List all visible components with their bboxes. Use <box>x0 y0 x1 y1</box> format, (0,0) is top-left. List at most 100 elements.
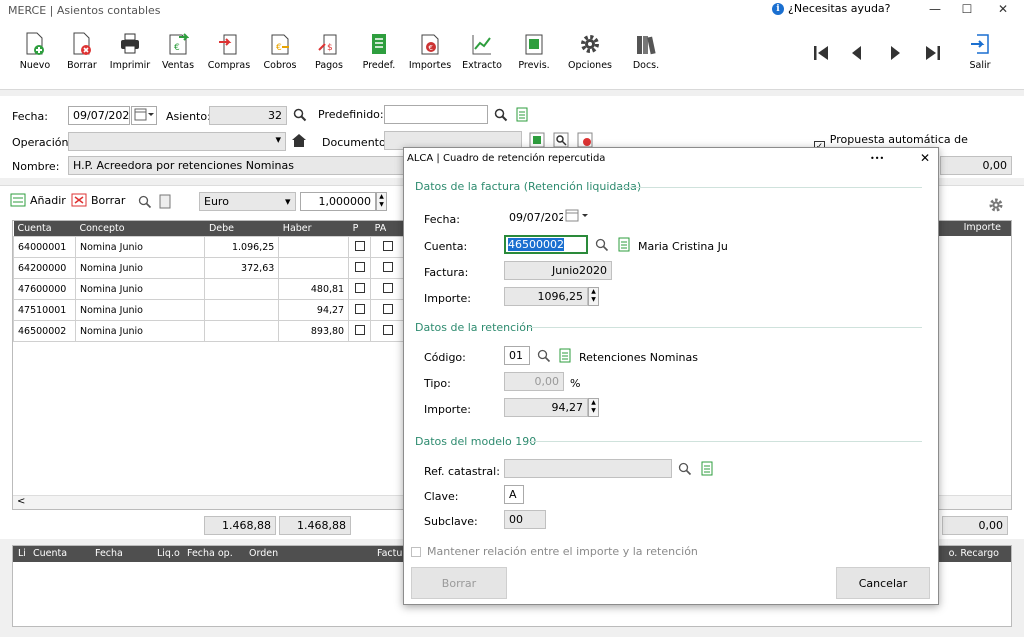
dlg-clave-field[interactable]: A <box>504 485 524 504</box>
first-record-icon[interactable] <box>810 42 832 64</box>
dlg-importe-field[interactable]: 1096,25 <box>504 287 588 306</box>
pagos-button[interactable]: $ Pagos <box>305 32 353 71</box>
checkbox-p[interactable] <box>354 261 365 272</box>
attach-document-icon[interactable] <box>529 132 545 148</box>
col-cuenta[interactable]: Cuenta <box>33 548 67 559</box>
search-icon[interactable] <box>595 238 609 252</box>
gear-icon[interactable] <box>988 197 1004 213</box>
col-fecha-op[interactable]: Fecha op. <box>187 548 233 559</box>
cell-concepto[interactable]: Nomina Junio <box>74 299 206 321</box>
search-icon[interactable] <box>494 108 508 122</box>
fecha-field[interactable]: 09/07/2020 <box>68 106 130 125</box>
home-icon[interactable] <box>291 133 307 148</box>
checkbox-pa[interactable] <box>382 324 393 335</box>
opciones-button[interactable]: Opciones <box>566 32 614 71</box>
cell-haber[interactable]: 94,27 <box>278 299 350 321</box>
col-liqo[interactable]: Liq.o <box>157 548 180 559</box>
cell-concepto[interactable]: Nomina Junio <box>74 320 206 342</box>
dlg-cuenta-field[interactable]: 46500002 <box>504 235 588 254</box>
col-debe[interactable]: Debe <box>204 221 279 237</box>
search-icon[interactable] <box>138 195 152 209</box>
predef-button[interactable]: Predef. <box>355 32 403 71</box>
currency-select[interactable]: Euro <box>199 192 296 211</box>
dlg-codigo-field[interactable]: 01 <box>504 346 530 365</box>
cell-haber[interactable]: 893,80 <box>278 320 350 342</box>
col-pa[interactable]: PA <box>370 221 405 237</box>
cell-haber[interactable] <box>278 236 350 258</box>
dlg-ref-field[interactable] <box>504 459 672 478</box>
importes-button[interactable]: € Importes <box>406 32 454 71</box>
add-line-button[interactable]: Añadir <box>10 193 66 207</box>
cell-haber[interactable] <box>278 257 350 279</box>
checkbox-p[interactable] <box>354 282 365 293</box>
cell-cuenta[interactable]: 64000001 <box>13 236 76 258</box>
cell-debe[interactable]: 1.096,25 <box>204 236 280 258</box>
col-cuenta[interactable]: Cuenta <box>13 221 76 237</box>
table-row[interactable]: 46500002 Nomina Junio 893,80 <box>13 320 405 342</box>
extracto-button[interactable]: Extracto <box>458 32 506 71</box>
cell-debe[interactable] <box>204 278 280 300</box>
predefinido-field[interactable] <box>384 105 488 124</box>
borrar-button[interactable]: Borrar <box>411 567 507 599</box>
nuevo-button[interactable]: Nuevo <box>11 32 59 71</box>
cobros-button[interactable]: € Cobros <box>256 32 304 71</box>
salir-button[interactable]: Salir <box>956 32 1004 71</box>
minimize-button[interactable]: — <box>920 2 950 20</box>
checkbox-pa[interactable] <box>382 240 393 251</box>
previous-record-icon[interactable] <box>846 42 868 64</box>
list-document-icon[interactable] <box>701 461 713 476</box>
col-haber[interactable]: Haber <box>278 221 349 237</box>
col-recargo[interactable]: o. Recargo <box>949 548 999 559</box>
checkbox-p[interactable] <box>354 303 365 314</box>
dlg-calendar-dropdown[interactable] <box>565 209 591 226</box>
cell-concepto[interactable]: Nomina Junio <box>74 257 206 279</box>
col-importe[interactable]: Importe <box>964 222 1001 233</box>
remove-document-icon[interactable] <box>577 132 593 148</box>
more-icon[interactable]: ••• <box>870 154 884 163</box>
view-document-icon[interactable] <box>553 132 569 148</box>
operacion-select[interactable]: ▾ <box>68 132 286 151</box>
cell-cuenta[interactable]: 47600000 <box>13 278 76 300</box>
checkbox-p[interactable] <box>354 240 365 251</box>
nombre-amount-field[interactable]: 0,00 <box>940 156 1012 175</box>
checkbox-pa[interactable] <box>382 303 393 314</box>
calendar-dropdown[interactable] <box>131 106 157 125</box>
dlg-tipo-field[interactable]: 0,00 <box>504 372 564 391</box>
dlg-fecha-field[interactable]: 09/07/2020 <box>504 208 564 227</box>
cell-haber[interactable]: 480,81 <box>278 278 350 300</box>
table-row[interactable]: 64000001 Nomina Junio 1.096,25 <box>13 236 405 258</box>
checkbox-p[interactable] <box>354 324 365 335</box>
scroll-left-icon[interactable]: < <box>17 496 25 507</box>
list-document-icon[interactable] <box>516 107 528 122</box>
search-icon[interactable] <box>678 462 692 476</box>
exchange-rate-field[interactable]: 1,000000 <box>300 192 376 211</box>
nombre-field[interactable]: H.P. Acreedora por retenciones Nominas <box>68 156 404 175</box>
col-concepto[interactable]: Concepto <box>75 221 205 237</box>
checkbox-pa[interactable] <box>382 282 393 293</box>
rate-stepper[interactable]: ▲ ▼ <box>376 192 387 211</box>
compras-button[interactable]: Compras <box>205 32 253 71</box>
col-li[interactable]: Li <box>18 548 26 559</box>
col-fecha[interactable]: Fecha <box>95 548 123 559</box>
asiento-field[interactable]: 32 <box>209 106 287 125</box>
mantener-checkbox[interactable]: Mantener relación entre el importe y la … <box>411 545 698 558</box>
search-icon[interactable] <box>293 108 307 122</box>
cell-concepto[interactable]: Nomina Junio <box>74 278 206 300</box>
imprimir-button[interactable]: Imprimir <box>106 32 154 71</box>
col-p[interactable]: P <box>348 221 371 237</box>
col-orden[interactable]: Orden <box>249 548 278 559</box>
last-record-icon[interactable] <box>922 42 944 64</box>
close-window-button[interactable]: ✕ <box>988 2 1018 20</box>
table-row[interactable]: 47510001 Nomina Junio 94,27 <box>13 299 405 321</box>
cell-debe[interactable] <box>204 320 280 342</box>
search-icon[interactable] <box>537 349 551 363</box>
col-factura[interactable]: Factur <box>377 548 406 559</box>
ret-importe-stepper[interactable]: ▲ ▼ <box>588 398 599 417</box>
docs-button[interactable]: Docs. <box>622 32 670 71</box>
notes-icon[interactable] <box>159 194 171 209</box>
table-row[interactable]: 47600000 Nomina Junio 480,81 <box>13 278 405 300</box>
list-document-icon[interactable] <box>559 348 571 363</box>
table-row[interactable]: 64200000 Nomina Junio 372,63 <box>13 257 405 279</box>
previs-button[interactable]: Previs. <box>510 32 558 71</box>
cell-debe[interactable] <box>204 299 280 321</box>
